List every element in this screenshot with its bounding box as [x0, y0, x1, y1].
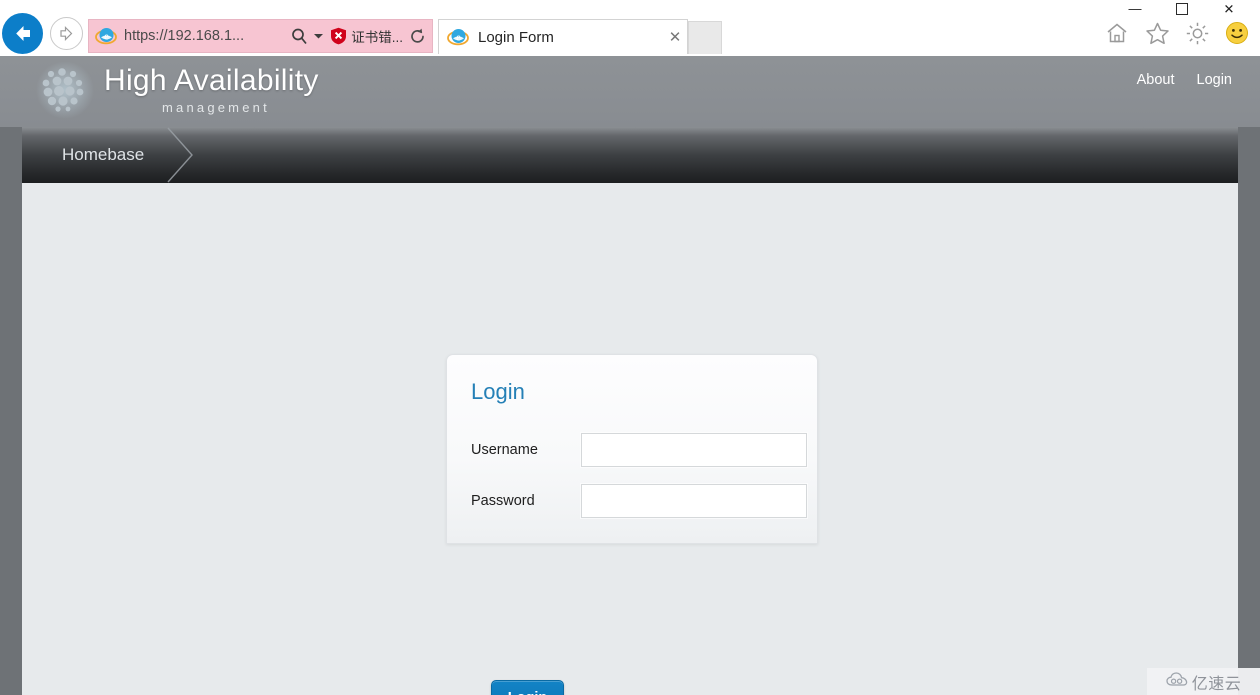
- ie-logo-icon: e: [95, 25, 117, 47]
- site-logo-text: High Availability management: [104, 64, 319, 115]
- login-heading: Login: [471, 379, 525, 404]
- window-maximize-button[interactable]: [1165, 1, 1199, 17]
- watermark: 亿速云: [1147, 668, 1260, 695]
- new-tab-button[interactable]: [688, 21, 722, 54]
- breadcrumb: Homebase: [22, 127, 1238, 183]
- cloud-icon: [1166, 671, 1188, 692]
- arrow-left-icon: [16, 26, 30, 41]
- chevron-down-icon[interactable]: [310, 25, 326, 47]
- shield-error-icon: [330, 27, 347, 45]
- refresh-icon[interactable]: [405, 24, 429, 48]
- login-card: Login Username Password: [446, 354, 818, 544]
- site-logo-title: High Availability: [104, 64, 319, 97]
- password-input[interactable]: [581, 484, 807, 518]
- site-logo-subtitle: management: [162, 100, 270, 115]
- svg-text:e: e: [456, 33, 461, 44]
- nav-tab-homebase[interactable]: Homebase: [40, 127, 170, 183]
- tab-close-icon[interactable]: ✕: [663, 22, 687, 52]
- form-row-password: Password: [471, 484, 807, 518]
- login-submit-button[interactable]: Login: [491, 680, 564, 695]
- svg-text:e: e: [104, 32, 109, 43]
- address-text: https://192.168.1...: [124, 28, 245, 44]
- search-icon[interactable]: [288, 25, 310, 47]
- browser-toolbar-icons: [1102, 18, 1252, 48]
- content-area: Login Username Password Login: [22, 183, 1238, 695]
- arrow-right-icon: [60, 26, 73, 41]
- ie-logo-icon: e: [447, 26, 469, 48]
- site-header: High Availability management About Login: [0, 56, 1260, 127]
- smiley-face-icon[interactable]: [1222, 18, 1252, 48]
- hex-dot-cluster-icon: [34, 60, 96, 120]
- home-icon[interactable]: [1102, 18, 1132, 48]
- password-label: Password: [471, 493, 535, 509]
- browser-chrome: ✕ e https://192.168.1... 证书错... e Login …: [0, 0, 1260, 56]
- certificate-error-text: 证书错...: [351, 30, 403, 45]
- username-input[interactable]: [581, 433, 807, 467]
- header-nav: About Login: [1137, 72, 1232, 88]
- nav-link-login[interactable]: Login: [1197, 72, 1232, 88]
- certificate-error-badge[interactable]: 证书错...: [326, 26, 405, 46]
- tab-strip: e Login Form ✕: [438, 19, 722, 54]
- favorites-star-icon[interactable]: [1142, 18, 1172, 48]
- close-icon: ✕: [1223, 1, 1235, 16]
- nav-link-about[interactable]: About: [1137, 72, 1175, 88]
- window-controls: ✕: [1100, 0, 1260, 17]
- browser-forward-button[interactable]: [50, 17, 83, 50]
- window-close-button[interactable]: ✕: [1212, 1, 1246, 17]
- form-row-username: Username: [471, 433, 807, 467]
- browser-back-button[interactable]: [2, 13, 43, 54]
- watermark-text: 亿速云: [1191, 675, 1242, 693]
- tab-title: Login Form: [478, 28, 554, 46]
- site-logo[interactable]: High Availability management: [34, 60, 319, 120]
- username-label: Username: [471, 442, 538, 458]
- gear-icon[interactable]: [1182, 18, 1212, 48]
- tab-login-form[interactable]: e Login Form ✕: [438, 19, 688, 54]
- page-viewport: High Availability management About Login…: [0, 56, 1260, 695]
- address-bar[interactable]: e https://192.168.1... 证书错...: [88, 19, 433, 53]
- window-minimize-button[interactable]: [1118, 1, 1152, 17]
